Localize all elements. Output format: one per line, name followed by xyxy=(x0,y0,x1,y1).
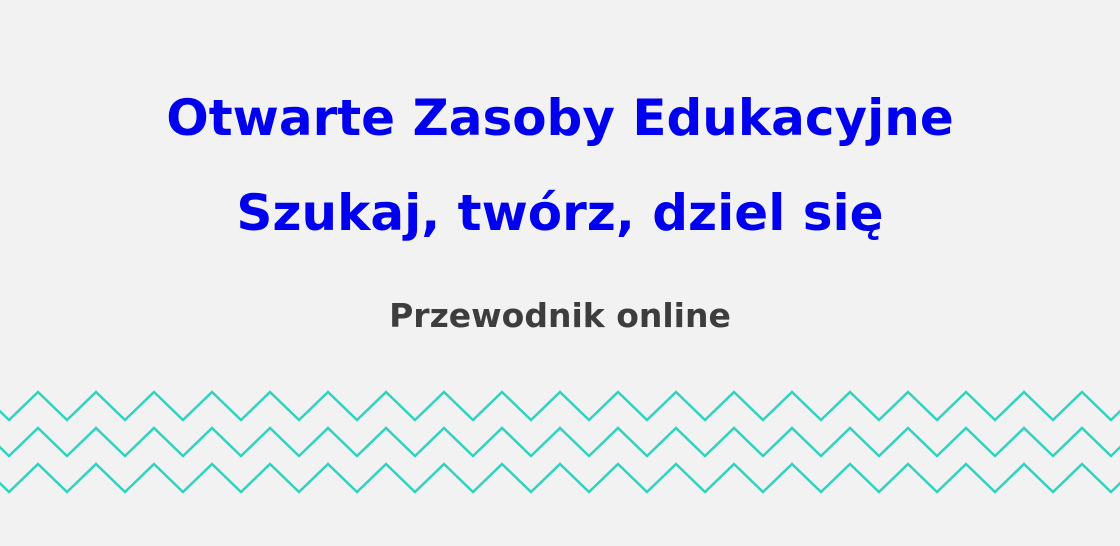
zigzag-line xyxy=(0,390,1120,422)
zigzag-line xyxy=(0,426,1120,458)
zigzag-line xyxy=(0,462,1120,494)
page-title: Otwarte Zasoby Edukacyjne xyxy=(166,89,954,147)
page-tagline: Szukaj, twórz, dziel się xyxy=(236,184,884,242)
page-subtitle: Przewodnik online xyxy=(389,296,731,335)
hero-banner: Otwarte Zasoby Edukacyjne Szukaj, twórz,… xyxy=(0,0,1120,546)
zigzag-decoration xyxy=(0,390,1120,494)
